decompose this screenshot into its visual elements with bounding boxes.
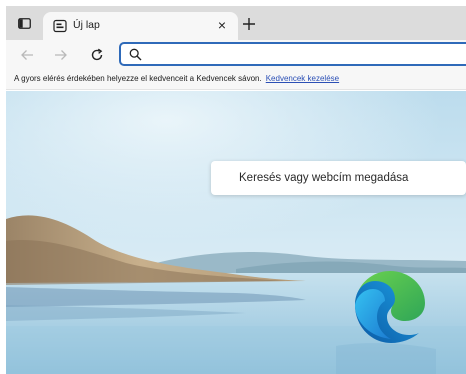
search-box[interactable] — [211, 161, 466, 195]
tab-title: Új lap — [73, 19, 100, 31]
address-bar[interactable] — [119, 42, 466, 66]
address-input[interactable] — [149, 46, 459, 62]
refresh-button[interactable] — [86, 45, 108, 65]
search-input[interactable] — [239, 170, 459, 186]
tab-actions-button[interactable] — [16, 15, 32, 31]
back-button[interactable] — [16, 45, 38, 65]
manage-favorites-link[interactable]: Kedvencek kezelése — [266, 74, 339, 83]
favorites-bar-message: A gyors elérés érdekében helyezze el ked… — [14, 74, 339, 83]
new-tab-page — [6, 91, 466, 374]
forward-button[interactable] — [50, 45, 72, 65]
new-tab-button[interactable] — [242, 17, 256, 31]
newtab-page-icon — [53, 19, 67, 33]
tab-new-tab[interactable]: Új lap × — [43, 12, 238, 40]
tab-actions-icon — [17, 17, 31, 29]
back-arrow-icon — [21, 50, 33, 60]
refresh-icon — [91, 48, 103, 61]
forward-arrow-icon — [55, 50, 67, 60]
tab-strip: Új lap × — [6, 6, 466, 40]
favorites-bar: A gyors elérés érdekében helyezze el ked… — [6, 70, 466, 90]
favorites-hint-text: A gyors elérés érdekében helyezze el ked… — [14, 74, 262, 83]
browser-window: Új lap × A gyors elérés érdekében helyez… — [0, 0, 466, 374]
search-icon — [129, 48, 142, 61]
navigation-toolbar — [6, 40, 466, 70]
tab-close-button[interactable]: × — [214, 17, 230, 33]
edge-logo — [355, 271, 425, 343]
